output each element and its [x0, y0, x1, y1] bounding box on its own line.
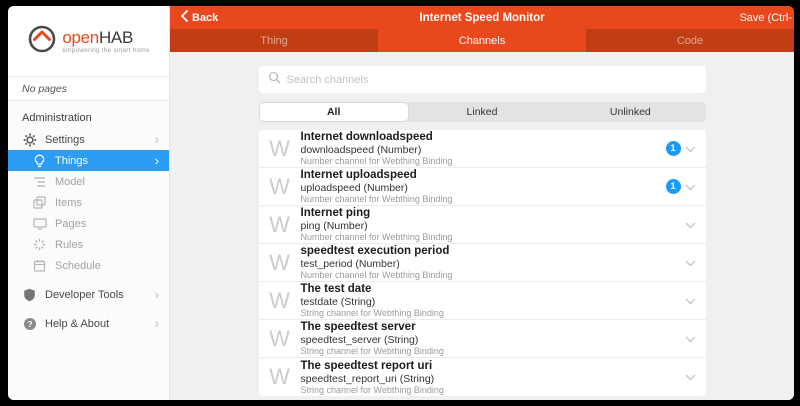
- webthing-binding-icon: W: [259, 290, 301, 312]
- chevron-right-icon: ›: [155, 319, 159, 329]
- gear-icon: [22, 133, 37, 147]
- channel-id: testdate (String): [301, 296, 685, 308]
- channel-description: Number channel for Webthing Binding: [301, 232, 685, 243]
- lightbulb-icon: [32, 154, 47, 168]
- channel-description: String channel for Webthing Binding: [301, 308, 685, 319]
- channel-title: Internet uploadspeed: [301, 169, 666, 182]
- channel-row-uploadspeed[interactable]: W Internet uploadspeed uploadspeed (Numb…: [259, 168, 706, 206]
- chevron-down-icon: [685, 368, 696, 386]
- linked-items-badge: 1: [666, 179, 681, 194]
- webthing-binding-icon: W: [259, 176, 301, 198]
- channel-id: downloadspeed (Number): [301, 144, 666, 156]
- channel-row-ping[interactable]: W Internet ping ping (Number) Number cha…: [259, 206, 706, 244]
- rules-burst-icon: [32, 238, 47, 251]
- model-tree-icon: [32, 175, 47, 188]
- logo-area: openHAB empowering the smart home: [8, 6, 169, 76]
- svg-text:?: ?: [27, 319, 32, 329]
- chevron-down-icon: [685, 178, 696, 196]
- chevron-down-icon: [685, 330, 696, 348]
- channel-description: Number channel for Webthing Binding: [301, 156, 666, 167]
- navbar: Back Internet Speed Monitor Save (Ctrl-: [170, 6, 794, 29]
- chevron-down-icon: [685, 140, 696, 158]
- sidebar-item-pages[interactable]: Pages: [8, 213, 169, 234]
- channel-id: uploadspeed (Number): [301, 182, 666, 194]
- chevron-down-icon: [685, 216, 696, 234]
- webthing-binding-icon: W: [259, 214, 301, 236]
- filter-all[interactable]: All: [260, 103, 408, 121]
- chevron-down-icon: [685, 292, 696, 310]
- calendar-icon: [32, 259, 47, 272]
- tab-thing[interactable]: Thing: [170, 29, 378, 52]
- page-title: Internet Speed Monitor: [170, 12, 794, 24]
- search-input[interactable]: [287, 74, 697, 86]
- sidebar-item-items[interactable]: Items: [8, 192, 169, 213]
- sidebar-item-developer-tools[interactable]: Developer Tools ›: [8, 284, 169, 305]
- sidebar-item-model[interactable]: Model: [8, 171, 169, 192]
- channel-title: The speedtest server: [301, 321, 685, 334]
- items-copy-icon: [32, 196, 47, 209]
- channels-content: All Linked Unlinked W Internet downloads…: [170, 52, 794, 400]
- sidebar-item-help-about[interactable]: ? Help & About ›: [8, 313, 169, 334]
- channel-row-testdate[interactable]: W The test date testdate (String) String…: [259, 282, 706, 320]
- shield-icon: [22, 288, 37, 302]
- channel-title: speedtest execution period: [301, 245, 685, 258]
- channel-id: ping (Number): [301, 220, 685, 232]
- pages-display-icon: [32, 217, 47, 230]
- channel-description: Number channel for Webthing Binding: [301, 270, 685, 281]
- back-button[interactable]: Back: [170, 10, 218, 25]
- channel-id: test_period (Number): [301, 258, 685, 270]
- no-pages-placeholder: No pages: [8, 76, 169, 101]
- webthing-binding-icon: W: [259, 328, 301, 350]
- openhab-logo: openHAB empowering the smart home: [27, 24, 149, 59]
- channel-description: String channel for Webthing Binding: [301, 346, 685, 357]
- channel-row-speedtest-server[interactable]: W The speedtest server speedtest_server …: [259, 320, 706, 358]
- tab-bar: Thing Channels Code: [170, 29, 794, 52]
- channel-title: The speedtest report uri: [301, 360, 685, 373]
- openhab-house-icon: [27, 24, 57, 59]
- chevron-right-icon: ›: [155, 156, 159, 166]
- sidebar-item-schedule[interactable]: Schedule: [8, 255, 169, 276]
- channel-list: W Internet downloadspeed downloadspeed (…: [259, 130, 706, 396]
- tab-channels[interactable]: Channels: [378, 29, 586, 52]
- channel-row-downloadspeed[interactable]: W Internet downloadspeed downloadspeed (…: [259, 130, 706, 168]
- filter-segmented-control: All Linked Unlinked: [259, 102, 706, 122]
- tab-code[interactable]: Code: [586, 29, 794, 52]
- help-circle-icon: ?: [22, 317, 37, 331]
- channel-id: speedtest_report_uri (String): [301, 373, 685, 385]
- chevron-down-icon: [685, 254, 696, 272]
- save-button[interactable]: Save (Ctrl-: [739, 12, 794, 24]
- sidebar: openHAB empowering the smart home No pag…: [8, 6, 170, 400]
- channel-description: Number channel for Webthing Binding: [301, 194, 666, 205]
- chevron-left-icon: [180, 10, 188, 25]
- channel-description: String channel for Webthing Binding: [301, 385, 685, 396]
- channel-title: Internet ping: [301, 207, 685, 220]
- main-panel: Back Internet Speed Monitor Save (Ctrl- …: [170, 6, 794, 400]
- sidebar-item-settings[interactable]: Settings ›: [8, 129, 169, 150]
- app-window: openHAB empowering the smart home No pag…: [8, 6, 794, 400]
- filter-linked[interactable]: Linked: [408, 103, 556, 121]
- filter-unlinked[interactable]: Unlinked: [556, 103, 704, 121]
- sidebar-item-things[interactable]: Things ›: [8, 150, 169, 171]
- search-bar[interactable]: [259, 66, 706, 93]
- webthing-binding-icon: W: [259, 366, 301, 388]
- sidebar-item-rules[interactable]: Rules: [8, 234, 169, 255]
- linked-items-badge: 1: [666, 141, 681, 156]
- brand-name: openHAB: [62, 29, 149, 46]
- channel-id: speedtest_server (String): [301, 334, 685, 346]
- channel-title: The test date: [301, 283, 685, 296]
- channel-title: Internet downloadspeed: [301, 131, 666, 144]
- administration-section-label: Administration: [22, 112, 169, 124]
- channel-row-test-period[interactable]: W speedtest execution period test_period…: [259, 244, 706, 282]
- channel-row-speedtest-report-uri[interactable]: W The speedtest report uri speedtest_rep…: [259, 358, 706, 396]
- chevron-right-icon: ›: [155, 135, 159, 145]
- search-icon: [268, 71, 281, 89]
- chevron-right-icon: ›: [155, 290, 159, 300]
- brand-tagline: empowering the smart home: [62, 47, 149, 54]
- webthing-binding-icon: W: [259, 138, 301, 160]
- webthing-binding-icon: W: [259, 252, 301, 274]
